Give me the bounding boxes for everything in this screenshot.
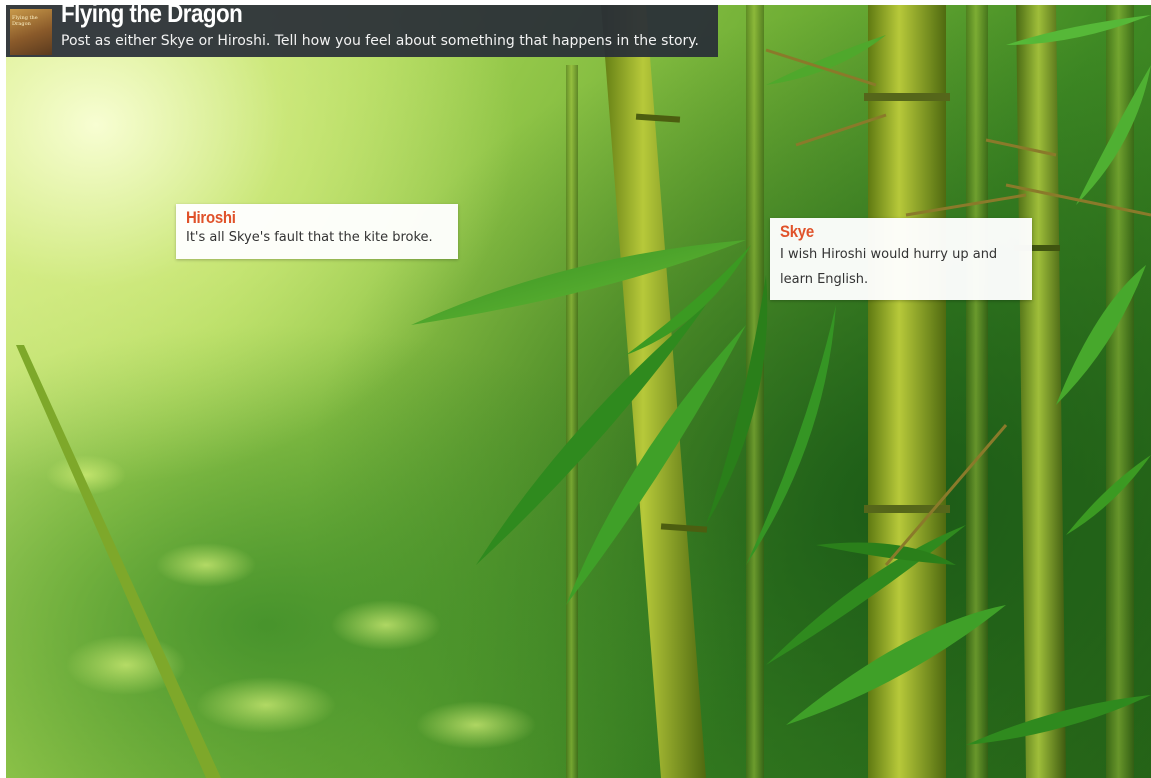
wall-title: Flying the Dragon xyxy=(61,0,243,28)
wall-header: Flying the Dragon Flying the Dragon Post… xyxy=(6,0,718,57)
bamboo-branches xyxy=(765,48,1151,566)
post-author: Hiroshi xyxy=(186,208,236,227)
post-card[interactable]: Skye I wish Hiroshi would hurry up and l… xyxy=(770,218,1032,300)
bamboo-forest-scenery xyxy=(16,5,1151,778)
wall-background xyxy=(6,5,1151,778)
post-body: I wish Hiroshi would hurry up and learn … xyxy=(780,247,998,287)
book-cover-thumbnail: Flying the Dragon xyxy=(10,9,52,55)
post-card[interactable]: Hiroshi It's all Skye's fault that the k… xyxy=(176,204,458,259)
book-cover-title: Flying the Dragon xyxy=(12,15,38,27)
post-body: It's all Skye's fault that the kite brok… xyxy=(186,230,433,245)
wall-description: Post as either Skye or Hiroshi. Tell how… xyxy=(61,33,700,49)
post-author: Skye xyxy=(780,222,814,241)
bokeh-lights xyxy=(46,455,536,749)
